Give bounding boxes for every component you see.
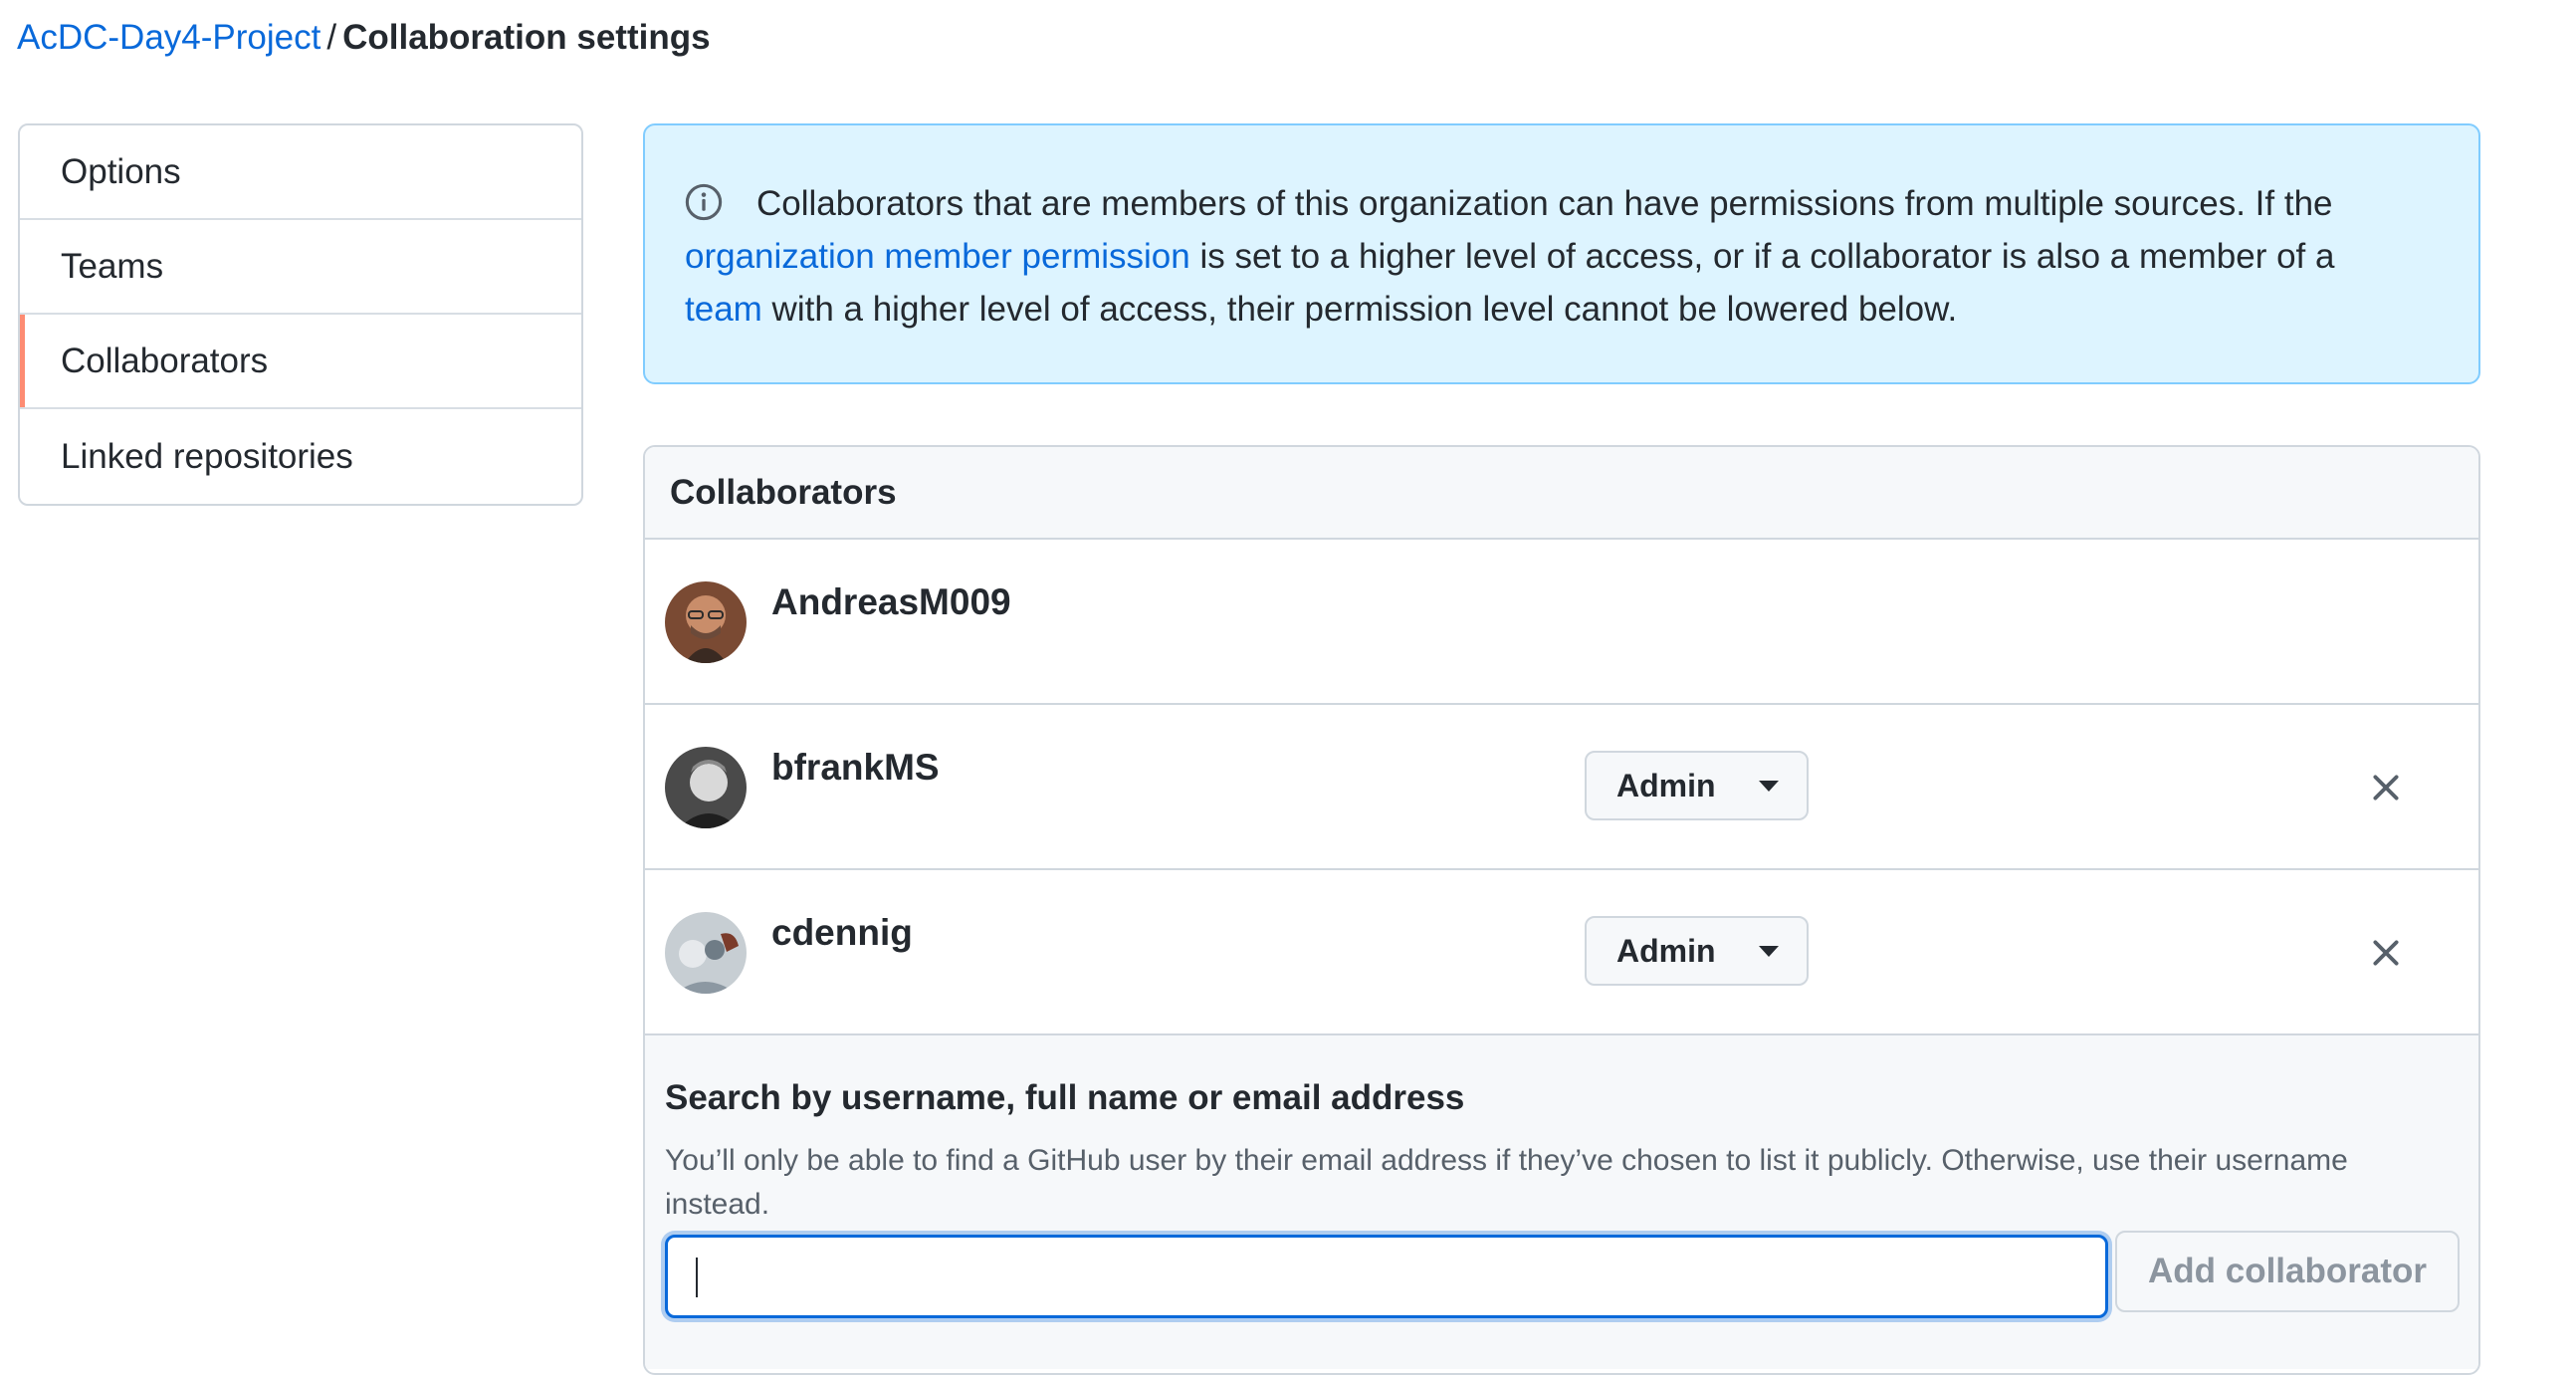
breadcrumb: AcDC-Day4-Project / Collaboration settings [17,14,711,62]
role-select-value: Admin [1616,932,1716,969]
collaborator-username[interactable]: AndreasM009 [771,581,1011,623]
breadcrumb-separator: / [326,18,337,57]
role-select[interactable]: Admin [1585,916,1809,986]
search-note: You’ll only be able to find a GitHub use… [665,1144,2348,1221]
sidebar-item-collaborators[interactable]: Collaborators [20,315,581,409]
org-member-permission-link[interactable]: organization member permission [685,237,1190,276]
role-select-value: Admin [1616,767,1716,803]
caret-down-icon [1759,946,1779,957]
avatar[interactable] [665,747,747,828]
team-link[interactable]: team [685,290,762,329]
add-collaborator-area: Search by username, full name or email a… [645,1035,2478,1369]
info-icon [685,183,723,221]
sidebar-item-label: Collaborators [61,341,269,380]
flash-text: Collaborators that are members of this o… [756,184,2333,223]
collaborator-row: cdennig Admin [645,870,2478,1035]
collaborator-row: bfrankMS Admin [645,705,2478,870]
close-icon[interactable] [2369,771,2403,804]
search-label: Search by username, full name or email a… [665,1078,1465,1117]
flash-text: with a higher level of access, their per… [771,290,1958,329]
flash-text: is set to a higher level of access, or i… [1199,237,2335,276]
collaborator-username[interactable]: cdennig [771,912,913,954]
collaborator-row: AndreasM009 [645,540,2478,705]
collaborators-header: Collaborators [645,447,2478,540]
text-cursor [696,1258,698,1297]
repo-link[interactable]: AcDC-Day4-Project [17,18,321,57]
sidebar-item-linked-repositories[interactable]: Linked repositories [20,409,581,504]
role-select[interactable]: Admin [1585,751,1809,820]
avatar[interactable] [665,581,747,663]
info-flash: Collaborators that are members of this o… [643,123,2480,384]
page-title: Collaboration settings [342,18,711,57]
sidebar-item-label: Teams [61,246,164,286]
sidebar-item-options[interactable]: Options [20,125,581,220]
search-input[interactable] [665,1235,2108,1318]
avatar[interactable] [665,912,747,994]
close-icon[interactable] [2369,936,2403,970]
sidebar-item-label: Options [61,151,181,191]
caret-down-icon [1759,781,1779,792]
collaborator-username[interactable]: bfrankMS [771,747,940,789]
sidebar-item-teams[interactable]: Teams [20,220,581,315]
add-collaborator-button[interactable]: Add collaborator [2115,1231,2460,1312]
collaborators-box: Collaborators AndreasM009 bfrankMS Admin… [643,445,2480,1375]
sidebar-item-label: Linked repositories [61,436,353,476]
settings-sidebar: Options Teams Collaborators Linked repos… [18,123,583,506]
